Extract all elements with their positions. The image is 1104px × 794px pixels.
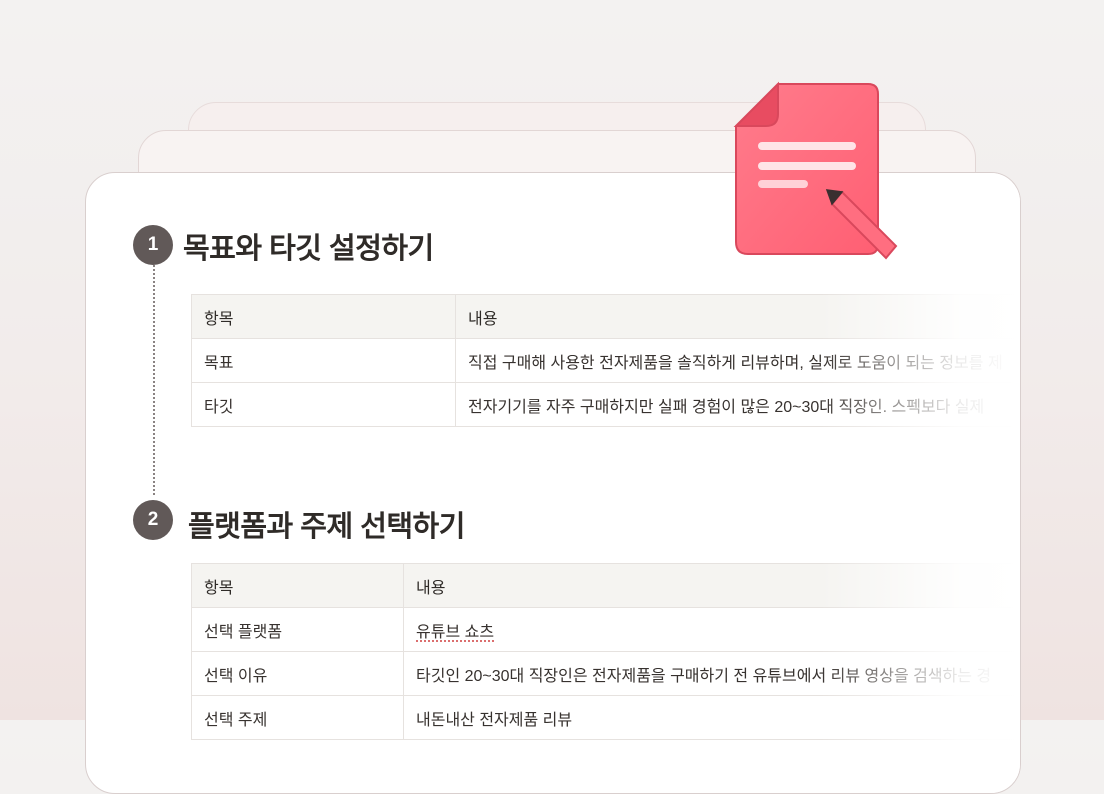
header-content: 내용 xyxy=(403,563,1020,608)
step-1-title: 목표와 타깃 설정하기 xyxy=(183,233,434,265)
step-2-badge: 2 xyxy=(133,500,173,540)
step-2-title: 플랫폼과 주제 선택하기 xyxy=(188,511,465,543)
timeline-dotted-line xyxy=(153,265,155,495)
table-row: 선택 이유 타깃인 20~30대 직장인은 전자제품을 구매하기 전 유튜브에서… xyxy=(191,651,1020,696)
table-header-row: 항목 내용 xyxy=(191,294,1020,339)
header-item: 항목 xyxy=(191,294,456,339)
document-fold xyxy=(733,81,779,127)
table-row: 선택 플랫폼 유튜브 쇼츠 xyxy=(191,607,1020,652)
row-content: 타깃인 20~30대 직장인은 전자제품을 구매하기 전 유튜브에서 리뷰 영상… xyxy=(403,651,1020,696)
row-label: 선택 이유 xyxy=(191,651,404,696)
row-label: 타깃 xyxy=(191,382,456,427)
row-content: 전자기기를 자주 구매하지만 실패 경험이 많은 20~30대 직장인. 스펙보… xyxy=(455,382,1020,427)
step-2-number: 2 xyxy=(147,509,159,530)
table-row: 선택 주제 내돈내산 전자제품 리뷰 xyxy=(191,695,1020,740)
row-content: 직접 구매해 사용한 전자제품을 솔직하게 리뷰하며, 실제로 도움이 되는 정… xyxy=(455,338,1020,383)
row-content: 유튜브 쇼츠 xyxy=(403,607,1020,652)
step-1-number: 1 xyxy=(147,234,159,255)
row-label: 목표 xyxy=(191,338,456,383)
table-header-row: 항목 내용 xyxy=(191,563,1020,608)
goal-target-table: 항목 내용 목표 직접 구매해 사용한 전자제품을 솔직하게 리뷰하며, 실제로… xyxy=(191,294,1020,427)
table-row: 목표 직접 구매해 사용한 전자제품을 솔직하게 리뷰하며, 실제로 도움이 되… xyxy=(191,338,1020,383)
platform-topic-table: 항목 내용 선택 플랫폼 유튜브 쇼츠 선택 이유 타깃인 20~30대 직장인… xyxy=(191,563,1020,740)
step-1-badge: 1 xyxy=(133,225,173,265)
header-item: 항목 xyxy=(191,563,404,608)
document-line-1 xyxy=(758,142,856,150)
row-label: 선택 플랫폼 xyxy=(191,607,404,652)
document-edit-icon xyxy=(733,81,898,260)
platform-value: 유튜브 쇼츠 xyxy=(416,623,495,641)
row-label: 선택 주제 xyxy=(191,695,404,740)
document-line-2 xyxy=(758,162,856,170)
row-content: 내돈내산 전자제품 리뷰 xyxy=(403,695,1020,740)
document-line-3 xyxy=(758,180,808,188)
table-row: 타깃 전자기기를 자주 구매하지만 실패 경험이 많은 20~30대 직장인. … xyxy=(191,382,1020,427)
header-content: 내용 xyxy=(455,294,1020,339)
